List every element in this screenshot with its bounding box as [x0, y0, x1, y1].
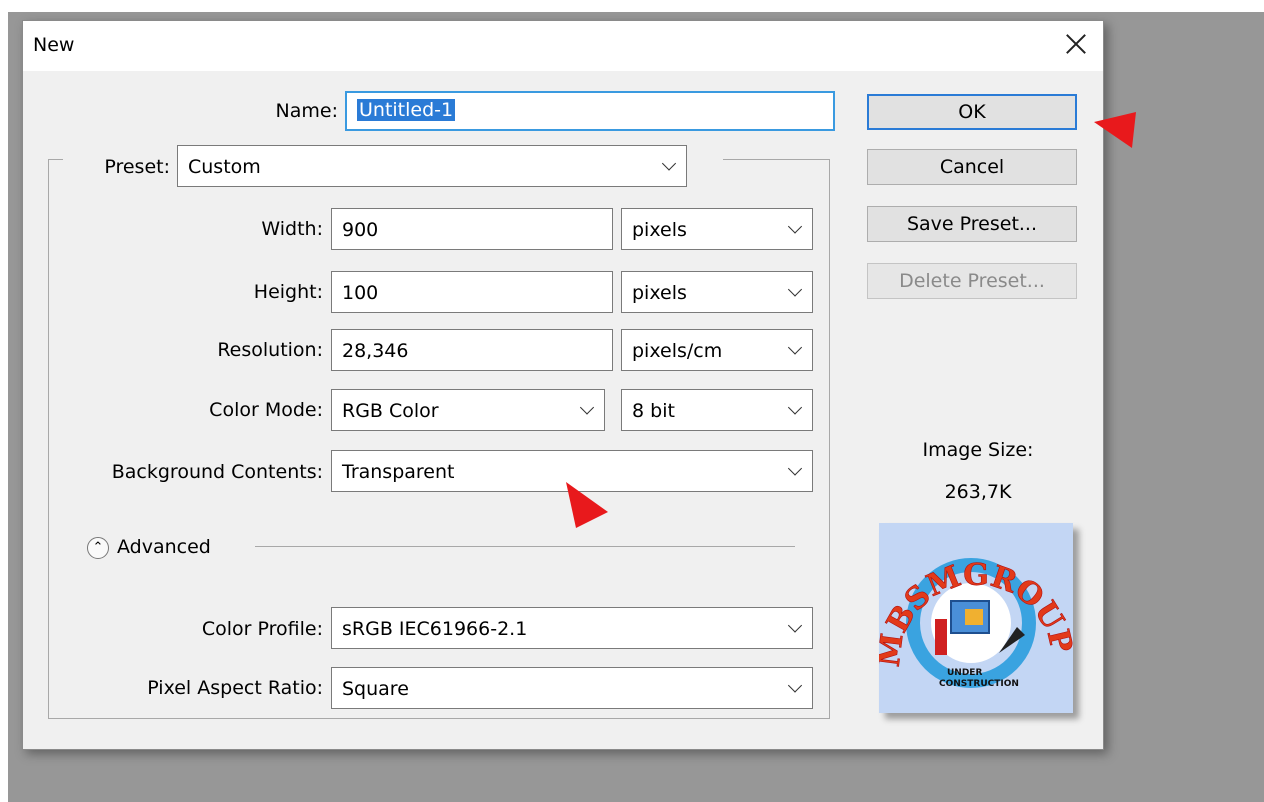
width-value: 900	[342, 219, 379, 241]
width-input[interactable]: 900	[331, 208, 613, 250]
chevron-down-icon	[787, 461, 803, 476]
width-label: Width:	[261, 218, 323, 240]
image-size-label: Image Size:	[922, 439, 1034, 461]
color-profile-value: sRGB IEC61966-2.1	[342, 618, 528, 640]
advanced-divider	[255, 546, 795, 547]
chevron-down-icon	[787, 219, 803, 234]
image-size-value: 263,7K	[944, 481, 1012, 503]
double-chevron-up-icon: ⌃	[92, 540, 104, 555]
ok-button[interactable]: OK	[867, 94, 1077, 130]
pixel-aspect-ratio-select[interactable]: Square	[331, 667, 813, 709]
advanced-label: Advanced	[117, 536, 211, 558]
bit-depth-select[interactable]: 8 bit	[621, 389, 813, 431]
logo-subtext-construction: CONSTRUCTION	[939, 679, 1019, 689]
height-unit-select[interactable]: pixels	[621, 271, 813, 313]
save-preset-button[interactable]: Save Preset...	[867, 206, 1077, 242]
height-label: Height:	[253, 281, 323, 303]
cancel-button[interactable]: Cancel	[867, 149, 1077, 185]
chevron-down-icon	[787, 400, 803, 415]
preset-label: Preset:	[104, 156, 170, 178]
color-profile-label: Color Profile:	[201, 618, 323, 640]
arrow-annotation-icon	[1094, 112, 1136, 148]
width-unit-select[interactable]: pixels	[621, 208, 813, 250]
chevron-down-icon	[787, 282, 803, 297]
logo-graphic: MBSMGROUP UNDER CONSTRUCTION	[871, 557, 1079, 689]
chevron-down-icon	[661, 156, 677, 171]
bit-depth-value: 8 bit	[632, 400, 675, 422]
background-contents-value: Transparent	[342, 461, 455, 483]
resolution-value: 28,346	[342, 340, 409, 362]
background-strip-left	[0, 0, 8, 802]
chevron-down-icon	[579, 400, 595, 415]
close-icon[interactable]	[1061, 29, 1091, 59]
dialog-title: New	[33, 34, 75, 56]
color-mode-label: Color Mode:	[209, 399, 323, 421]
new-document-dialog: New Name: Untitled-1 Preset: Custom Widt…	[22, 20, 1104, 750]
resolution-unit-select[interactable]: pixels/cm	[621, 329, 813, 371]
advanced-toggle-button[interactable]: ⌃	[87, 537, 109, 559]
preset-value: Custom	[188, 156, 261, 178]
logo-subtext-under: UNDER	[947, 668, 982, 678]
chevron-down-icon	[787, 618, 803, 633]
background-contents-label: Background Contents:	[111, 461, 323, 483]
color-mode-select[interactable]: RGB Color	[331, 389, 605, 431]
title-bar: New	[23, 21, 1103, 71]
pixel-aspect-ratio-label: Pixel Aspect Ratio:	[147, 677, 323, 699]
name-input[interactable]: Untitled-1	[345, 91, 835, 131]
preset-select[interactable]: Custom	[177, 145, 687, 187]
resolution-input[interactable]: 28,346	[331, 329, 613, 371]
height-unit-value: pixels	[632, 282, 687, 304]
name-label: Name:	[275, 100, 338, 122]
chevron-down-icon	[787, 340, 803, 355]
arrow-annotation-icon	[566, 482, 608, 528]
mbsmgroup-logo: MBSMGROUP UNDER CONSTRUCTION	[871, 523, 1079, 713]
chevron-down-icon	[787, 678, 803, 693]
background-strip-top	[0, 0, 1264, 12]
resolution-unit-value: pixels/cm	[632, 340, 723, 362]
height-input[interactable]: 100	[331, 271, 613, 313]
width-unit-value: pixels	[632, 219, 687, 241]
name-value: Untitled-1	[357, 99, 456, 121]
height-value: 100	[342, 282, 379, 304]
pixel-aspect-ratio-value: Square	[342, 678, 409, 700]
color-mode-value: RGB Color	[342, 400, 439, 422]
resolution-label: Resolution:	[217, 339, 323, 361]
color-profile-select[interactable]: sRGB IEC61966-2.1	[331, 607, 813, 649]
delete-preset-button[interactable]: Delete Preset...	[867, 263, 1077, 299]
